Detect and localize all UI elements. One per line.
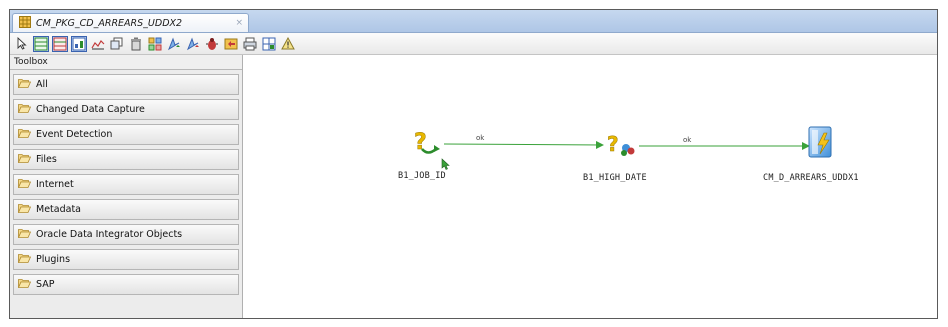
toolbox-item-label: Internet bbox=[36, 179, 74, 190]
folder-open-icon bbox=[17, 103, 32, 116]
chart-view-icon[interactable] bbox=[90, 36, 106, 52]
debug-icon[interactable] bbox=[204, 36, 220, 52]
toolbox-item-event-detection[interactable]: Event Detection bbox=[13, 124, 239, 145]
select-tool-icon[interactable] bbox=[14, 36, 30, 52]
tab-title: CM_PKG_CD_ARREARS_UDDX2 bbox=[36, 17, 183, 29]
folder-open-icon bbox=[17, 78, 32, 91]
toolbox-item-changed-data-capture[interactable]: Changed Data Capture bbox=[13, 99, 239, 120]
toolbox-item-label: All bbox=[36, 79, 48, 90]
package-diagram-canvas[interactable]: ok ok ? ? B1_JOB_ID B1_HIGH_DATE CM_D_AR… bbox=[243, 55, 937, 318]
next-step-ko-icon[interactable] bbox=[185, 36, 201, 52]
toolbox-item-label: Files bbox=[36, 154, 57, 165]
print-icon[interactable] bbox=[242, 36, 258, 52]
folder-open-icon bbox=[17, 278, 32, 291]
toolbox-item-metadata[interactable]: Metadata bbox=[13, 199, 239, 220]
toolbox-item-oracle-data-integrator-objects[interactable]: Oracle Data Integrator Objects bbox=[13, 224, 239, 245]
toolbox-item-sap[interactable]: SAP bbox=[13, 274, 239, 295]
toolbox-item-label: Changed Data Capture bbox=[36, 104, 145, 115]
toolbox-title: Toolbox bbox=[10, 55, 242, 70]
folder-open-icon bbox=[17, 153, 32, 166]
toolbox-item-label: Event Detection bbox=[36, 129, 113, 140]
node-label-cm-d-arrears-uddx1: CM_D_ARREARS_UDDX1 bbox=[763, 173, 859, 183]
close-icon[interactable]: × bbox=[235, 18, 243, 28]
variable-evaluate-icon[interactable]: ? bbox=[607, 132, 635, 156]
ok-link-label: ok bbox=[683, 136, 692, 144]
toolbox-panel: Toolbox All Changed Data Capture Event D… bbox=[10, 55, 243, 318]
toolbox-item-label: Plugins bbox=[36, 254, 71, 265]
node-label-b1-high-date: B1_HIGH_DATE bbox=[583, 173, 647, 183]
node-label-b1-job-id: B1_JOB_ID bbox=[398, 171, 446, 181]
delete-icon[interactable] bbox=[128, 36, 144, 52]
toolbox-item-label: SAP bbox=[36, 279, 55, 290]
toolbox-item-internet[interactable]: Internet bbox=[13, 174, 239, 195]
folder-open-icon bbox=[17, 203, 32, 216]
toolbox-item-all[interactable]: All bbox=[13, 74, 239, 95]
folder-open-icon bbox=[17, 253, 32, 266]
tab-cm-pkg-cd-arrears-uddx2[interactable]: CM_PKG_CD_ARREARS_UDDX2 × bbox=[12, 13, 249, 32]
diagram-toolbar bbox=[10, 33, 937, 55]
next-step-ok-icon[interactable] bbox=[166, 36, 182, 52]
editor-tab-bar: CM_PKG_CD_ARREARS_UDDX2 × bbox=[10, 10, 937, 33]
ok-link-tool-icon[interactable] bbox=[33, 35, 49, 52]
toolbox-item-files[interactable]: Files bbox=[13, 149, 239, 170]
ok-link-job-to-highdate[interactable] bbox=[443, 140, 604, 149]
toolbox-item-plugins[interactable]: Plugins bbox=[13, 249, 239, 270]
interface-icon[interactable] bbox=[808, 126, 832, 158]
package-diagram: ok ok ? ? bbox=[414, 126, 832, 170]
package-editor-window: CM_PKG_CD_ARREARS_UDDX2 × Toolbox All Ch… bbox=[9, 9, 938, 319]
properties-icon[interactable] bbox=[147, 36, 163, 52]
folder-open-icon bbox=[17, 128, 32, 141]
toolbox-item-label: Oracle Data Integrator Objects bbox=[36, 229, 183, 240]
toolbox-item-label: Metadata bbox=[36, 204, 81, 215]
package-icon bbox=[19, 15, 31, 31]
cursor-icon bbox=[441, 158, 450, 170]
variable-refresh-icon[interactable]: ? bbox=[414, 130, 440, 155]
ok-link-label: ok bbox=[476, 134, 485, 142]
diagram-view-icon[interactable] bbox=[71, 35, 87, 52]
folder-open-icon bbox=[17, 228, 32, 241]
folder-open-icon bbox=[17, 178, 32, 191]
svg-text:?: ? bbox=[607, 132, 619, 156]
layout-icon[interactable] bbox=[261, 36, 277, 52]
ko-link-tool-icon[interactable] bbox=[52, 35, 68, 52]
duplicate-icon[interactable] bbox=[109, 36, 125, 52]
warning-icon[interactable] bbox=[280, 36, 296, 52]
execute-icon[interactable] bbox=[223, 36, 239, 52]
